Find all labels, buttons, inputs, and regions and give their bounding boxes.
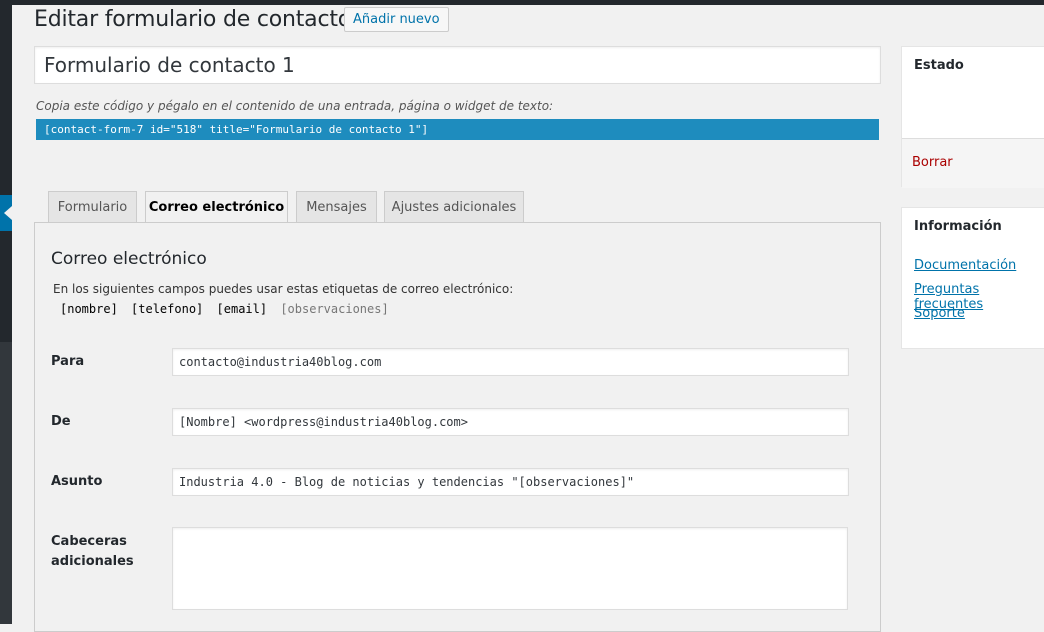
status-box-title: Estado <box>914 58 964 73</box>
from-label: De <box>51 414 71 429</box>
to-field[interactable]: contacto@industria40blog.com <box>172 348 849 376</box>
tab-mensajes[interactable]: Mensajes <box>296 191 377 223</box>
status-box: Estado Borrar <box>901 46 1044 188</box>
mail-tag: [email] <box>216 302 268 316</box>
support-link[interactable]: Soporte <box>914 306 965 321</box>
headers-label-line2: adicionales <box>51 554 134 569</box>
shortcode-field[interactable]: [contact-form-7 id="518" title="Formular… <box>36 119 879 140</box>
tab-ajustes-adicionales[interactable]: Ajustes adicionales <box>384 191 524 223</box>
add-new-button[interactable]: Añadir nuevo <box>344 7 449 32</box>
subject-field[interactable]: Industria 4.0 - Blog de noticias y tende… <box>172 468 849 496</box>
admin-menu <box>0 0 12 624</box>
admin-top-bar <box>0 0 1044 5</box>
info-box: Información Documentación Preguntas frec… <box>901 207 1044 349</box>
status-box-footer: Borrar <box>902 138 1044 188</box>
page-title: Editar formulario de contacto <box>34 7 352 32</box>
admin-menu-submenu <box>0 342 12 624</box>
mail-description: En los siguientes campos puedes usar est… <box>53 282 514 296</box>
tab-correo-electronico[interactable]: Correo electrónico <box>145 191 288 224</box>
shortcode-hint: Copia este código y pégalo en el conteni… <box>36 99 554 113</box>
form-title-input[interactable] <box>34 46 881 84</box>
subject-label: Asunto <box>51 474 103 489</box>
mail-tag-unused: [observaciones] <box>280 302 389 316</box>
headers-textarea[interactable] <box>172 527 848 610</box>
info-box-title: Información <box>914 219 1002 234</box>
mail-tag: [nombre] <box>60 302 118 316</box>
documentation-link[interactable]: Documentación <box>914 258 1016 273</box>
mail-heading: Correo electrónico <box>51 249 207 269</box>
headers-label: Cabeceras adicionales <box>51 532 134 572</box>
mail-panel: Correo electrónico En los siguientes cam… <box>34 222 881 632</box>
headers-label-line1: Cabeceras <box>51 534 127 549</box>
mail-tag: [telefono] <box>131 302 204 316</box>
from-field[interactable]: [Nombre] <wordpress@industria40blog.com> <box>172 408 849 436</box>
tab-formulario[interactable]: Formulario <box>48 191 137 223</box>
menu-arrow-icon <box>4 206 12 220</box>
mail-tags: [nombre] [telefono] [email] [observacion… <box>60 302 395 316</box>
to-label: Para <box>51 354 85 369</box>
delete-link[interactable]: Borrar <box>912 155 953 170</box>
